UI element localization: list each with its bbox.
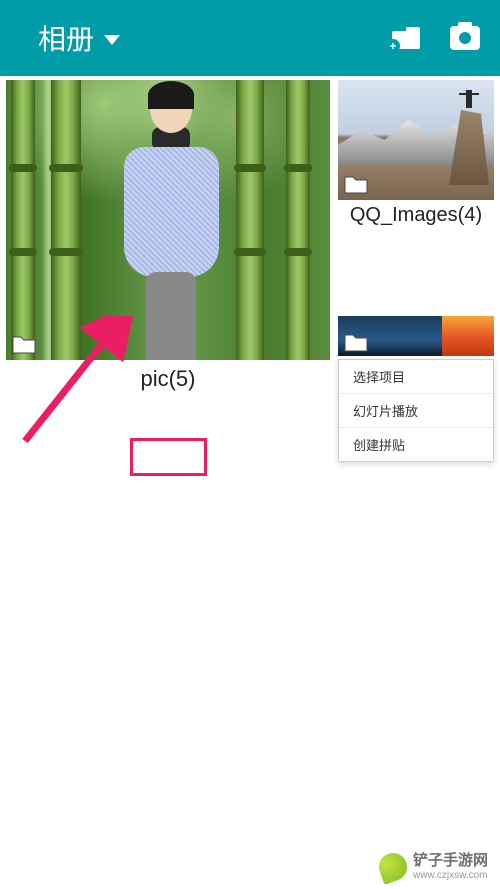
album-item-qq-images[interactable]: QQ_Images(4) (338, 80, 494, 231)
header-actions: + (392, 26, 480, 50)
album-label: pic(5) (6, 360, 330, 398)
camera-icon[interactable] (450, 26, 480, 50)
album-item-pic[interactable]: pic(5) (6, 80, 330, 398)
folder-badge-icon (12, 336, 36, 354)
watermark-logo-icon (375, 849, 411, 885)
album-thumbnail (338, 80, 494, 200)
app-header: 相册 + (0, 0, 500, 76)
menu-item-collage[interactable]: 创建拼贴 (339, 428, 493, 461)
watermark-url: www.czjxsw.com (413, 870, 488, 881)
album-label: QQ_Images(4) (338, 200, 494, 231)
context-menu: 选择项目 幻灯片播放 创建拼贴 (338, 359, 494, 462)
menu-item-select[interactable]: 选择项目 (339, 360, 493, 394)
watermark-name: 铲子手游网 (413, 853, 488, 870)
albums-grid: pic(5) QQ_Images(4) Screenshots(8) 选择项目 … (0, 76, 500, 84)
add-folder-icon[interactable]: + (392, 27, 420, 49)
folder-badge-icon (344, 334, 368, 352)
album-dropdown[interactable]: 相册 (38, 18, 120, 58)
watermark: 铲子手游网 www.czjxsw.com (379, 853, 488, 881)
album-thumbnail (6, 80, 330, 360)
annotation-highlight-box: pic(5) (130, 438, 207, 476)
dropdown-arrow-icon (104, 35, 120, 45)
header-title-text: 相册 (38, 18, 94, 58)
menu-item-slideshow[interactable]: 幻灯片播放 (339, 394, 493, 428)
folder-badge-icon (344, 176, 368, 194)
